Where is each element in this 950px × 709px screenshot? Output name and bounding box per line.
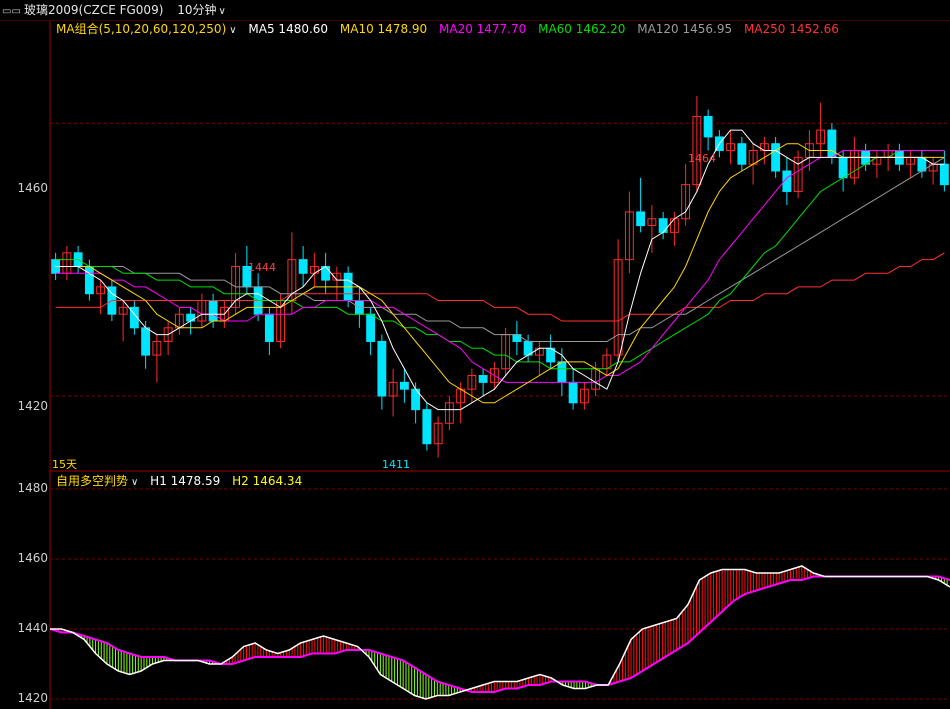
chart-canvas[interactable] [0, 0, 950, 709]
ma-legend: MA组合(5,10,20,60,120,250) ∨ MA5 1480.60 MA… [56, 21, 847, 37]
candle-body [827, 129, 837, 158]
low-price-label: 1411 [382, 458, 410, 471]
sub-y-tick-1480: 1480 [17, 481, 48, 495]
period-days-label: 15天 [52, 458, 77, 471]
sub-y-tick-1420: 1420 [17, 691, 48, 705]
h1-value: H1 1478.59 [150, 474, 221, 488]
chevron-down-icon[interactable]: ∨ [131, 477, 138, 488]
candle-body [512, 334, 522, 342]
ma250-value: MA250 1452.66 [743, 22, 839, 36]
candle-body [568, 381, 578, 404]
ma60-value: MA60 1462.20 [538, 22, 626, 36]
candle-body [422, 409, 432, 445]
candle-body [141, 327, 151, 356]
ma20-line [55, 150, 945, 383]
candle-body [478, 375, 488, 383]
candle-body [939, 163, 949, 186]
candle-body [771, 143, 781, 172]
candle-body [377, 340, 387, 397]
ma5-line [55, 129, 945, 411]
ma10-line [55, 143, 945, 404]
ma60-line [55, 150, 945, 370]
ma5-value: MA5 1480.60 [248, 22, 329, 36]
candle-body [737, 143, 747, 165]
ma10-value: MA10 1478.90 [339, 22, 428, 36]
sub-legend: 自用多空判势 ∨ H1 1478.59 H2 1464.34 [56, 473, 310, 489]
chevron-down-icon[interactable]: ∨ [229, 25, 236, 36]
sub-indicator-name[interactable]: 自用多空判势 [56, 474, 128, 488]
h2-value: H2 1464.34 [232, 474, 303, 488]
candle-body [186, 313, 196, 322]
candle-body [84, 265, 94, 295]
main-y-tick-1460: 1460 [17, 181, 48, 195]
sub-y-tick-1440: 1440 [17, 621, 48, 635]
high-price-label: 1464 [688, 152, 716, 165]
candle-body [658, 218, 668, 233]
ma250-line [55, 252, 945, 322]
candle-body [208, 300, 218, 322]
candle-body [703, 115, 713, 138]
local-high-label: 1444 [248, 261, 276, 274]
candle-body [298, 259, 308, 274]
candle-body [399, 381, 409, 390]
ma120-value: MA120 1456.95 [637, 22, 733, 36]
main-y-tick-1420: 1420 [17, 399, 48, 413]
ma-indicator-name[interactable]: MA组合(5,10,20,60,120,250) [56, 22, 226, 36]
candle-body [366, 313, 376, 342]
h2-line [49, 575, 950, 693]
candle-body [838, 156, 848, 179]
candle-body [264, 313, 274, 342]
candle-body [557, 361, 567, 383]
h1-line [50, 565, 950, 700]
ma20-value: MA20 1477.70 [439, 22, 527, 36]
sub-y-tick-1460: 1460 [17, 551, 48, 565]
candle-body [636, 211, 646, 227]
